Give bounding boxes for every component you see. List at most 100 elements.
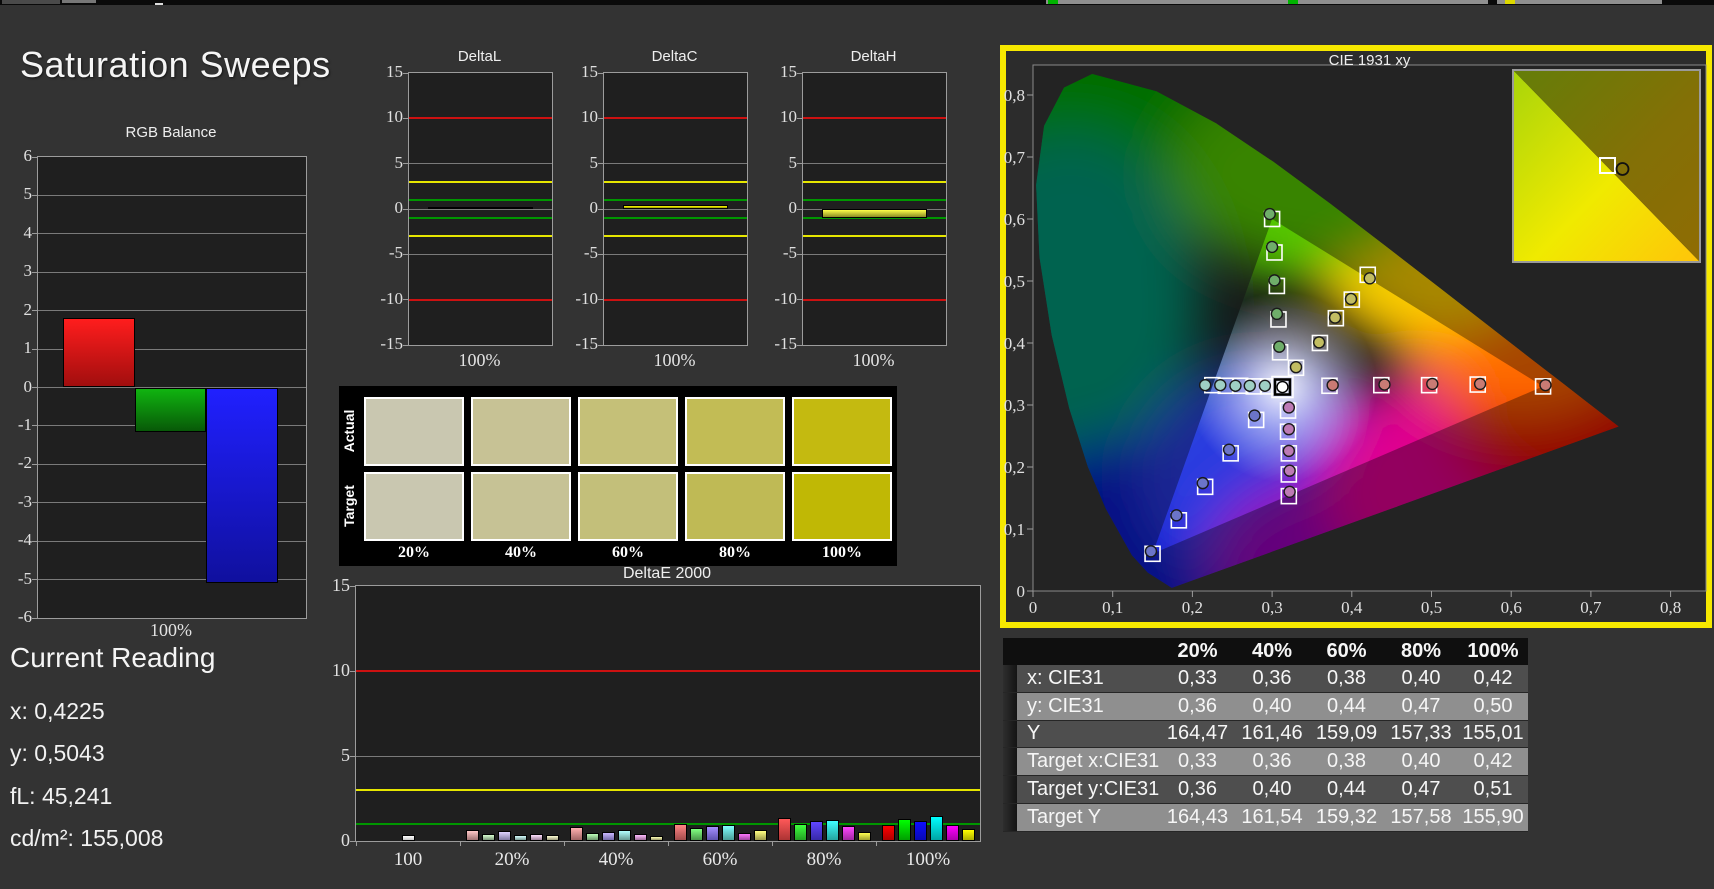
table-row: x: CIE310,330,360,380,400,42: [1003, 665, 1528, 693]
table-cell: 0,44: [1309, 776, 1384, 803]
top-strip-segment: [1288, 0, 1298, 4]
tick-label: 4: [0, 223, 32, 243]
deltae-bar: [634, 834, 647, 841]
tick-label: 0: [560, 198, 598, 218]
group-label: 40%: [564, 849, 668, 871]
table-header-cell: 80%: [1384, 638, 1458, 665]
delta-c-chart[interactable]: DeltaC 151050-5-10-15 100%: [567, 42, 749, 372]
limit-line: [604, 217, 747, 219]
tick-label: -1: [0, 415, 32, 435]
rgb-balance-xlabel: 100%: [37, 620, 305, 641]
tick-mark: [598, 345, 604, 346]
group-label: 100%: [876, 849, 980, 871]
cie-measured-marker-blue: [1224, 444, 1235, 455]
tick-mark: [598, 73, 604, 74]
swatch-target-80%: [685, 472, 785, 541]
tick-label: 0: [759, 198, 797, 218]
limit-line: [409, 235, 552, 237]
table-cell: 155,90: [1458, 804, 1528, 831]
tick-label: 0,3: [1261, 598, 1282, 617]
cie-measured-marker-cyan: [1244, 380, 1255, 391]
table-row: Target y:CIE310,360,400,440,470,51: [1003, 776, 1528, 804]
current-reading-heading: Current Reading: [10, 642, 215, 674]
swatch-col-label: 20%: [364, 544, 464, 562]
limit-line: [803, 181, 946, 183]
tick-label: -15: [560, 334, 598, 354]
table-row-label: Target x:CIE31: [1017, 748, 1160, 775]
tick-label: -15: [365, 334, 403, 354]
cie-measured-marker-green: [1274, 341, 1285, 352]
tick-label: 0: [365, 198, 403, 218]
table-cell: 157,58: [1384, 804, 1458, 831]
axis-tick: [460, 841, 461, 846]
table-cell: 155,01: [1458, 721, 1528, 748]
limit-line: [409, 299, 552, 301]
cie-measured-marker-red: [1427, 378, 1438, 389]
table-row-gutter: [1003, 776, 1017, 803]
cie-measured-marker-cyan: [1259, 380, 1270, 391]
limit-line: [803, 199, 946, 201]
gridline: [803, 254, 946, 255]
tick-label: -10: [365, 289, 403, 309]
deltae-bar: [930, 816, 943, 841]
deltae-bar: [962, 829, 975, 841]
swatch-target-20%: [364, 472, 464, 541]
table-cell: 161,46: [1235, 721, 1309, 748]
limit-line: [803, 235, 946, 237]
table-header-cell: 60%: [1309, 638, 1384, 665]
deltae-bar: [754, 830, 767, 841]
deltae-bar: [826, 820, 839, 841]
swatch-target-40%: [471, 472, 571, 541]
delta-e-2000-chart[interactable]: DeltaE 2000 15105010020%40%60%80%100%: [320, 563, 990, 873]
delta-e-2000-title: DeltaE 2000: [355, 565, 979, 583]
current-reading-x: x: 0,4225: [10, 698, 105, 725]
table-cell: 0,47: [1384, 776, 1458, 803]
deltae-bar: [946, 825, 959, 841]
deltae-bar: [650, 836, 663, 841]
rgb-balance-chart[interactable]: RGB Balance 6543210-1-2-3-4-5-6 100%: [0, 120, 312, 645]
tick-label: 5: [560, 153, 598, 173]
deltae-bar: [586, 833, 599, 841]
rgb-balance-title: RGB Balance: [37, 124, 305, 141]
tick-mark: [403, 73, 409, 74]
deltae-bar: [778, 818, 791, 841]
bar-red: [63, 318, 135, 388]
tick-label: 5: [312, 745, 350, 766]
swatch-actual-80%: [685, 397, 785, 466]
cie-measured-marker-magenta: [1284, 486, 1295, 497]
table-row: Target Y164,43161,54159,32157,58155,90: [1003, 804, 1528, 832]
cie-1931-xy-chart[interactable]: 00,10,20,30,40,50,60,70,800,10,20,30,40,…: [1000, 45, 1712, 628]
swatch-actual-100%: [792, 397, 892, 466]
cie-measured-marker-green: [1271, 308, 1282, 319]
group-label: 60%: [668, 849, 772, 871]
tick-label: 0,8: [1004, 86, 1025, 105]
tick-mark: [797, 163, 803, 164]
deltae-bar: [546, 835, 559, 841]
tick-label: 0: [0, 377, 32, 397]
top-strip-segment: [2, 0, 60, 4]
tick-label: 0,1: [1004, 520, 1025, 539]
delta-l-chart[interactable]: DeltaL 151050-5-10-15 100%: [372, 42, 554, 372]
limit-line: [604, 299, 747, 301]
cie-measured-marker-blue: [1171, 510, 1182, 521]
tick-label: -5: [365, 243, 403, 263]
tick-mark: [797, 73, 803, 74]
limit-line: [803, 299, 946, 301]
current-reading-cdm2: cd/m²: 155,008: [10, 825, 163, 852]
axis-tick: [564, 841, 565, 846]
tick-label: 0,4: [1004, 334, 1026, 353]
swatch-target-100%: [792, 472, 892, 541]
results-table[interactable]: 20%40%60%80%100%x: CIE310,330,360,380,40…: [1003, 638, 1528, 833]
gridline: [604, 163, 747, 164]
axis-tick: [668, 841, 669, 846]
top-strip-segment: [1497, 0, 1662, 4]
cie-1931-diagram: 00,10,20,30,40,50,60,70,800,10,20,30,40,…: [1000, 45, 1712, 628]
table-cell: 159,09: [1309, 721, 1384, 748]
bar-blue: [206, 388, 278, 584]
delta-e-2000-plot: 15105010020%40%60%80%100%: [355, 585, 981, 842]
swatch-row-label-target: Target: [341, 471, 357, 541]
table-row-label: Target Y: [1017, 804, 1160, 831]
actual-target-swatches[interactable]: ActualTarget20%40%60%80%100%: [339, 386, 897, 566]
delta-h-chart[interactable]: DeltaH 151050-5-10-15 100%: [766, 42, 948, 372]
cie-measured-marker-yellow: [1330, 312, 1341, 323]
